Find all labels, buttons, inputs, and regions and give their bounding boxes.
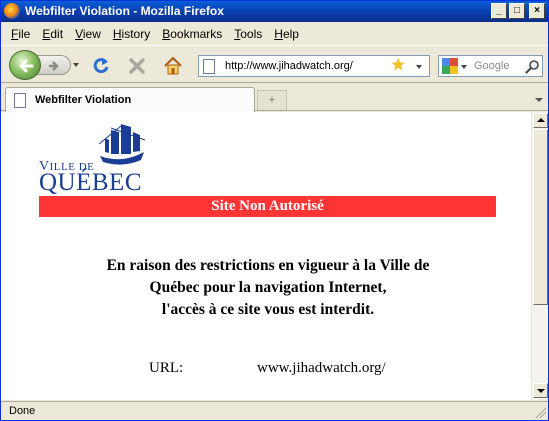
scroll-up-button[interactable] (533, 113, 548, 128)
navigation-toolbar: http://www.jihadwatch.org/ ★ Google (1, 45, 548, 83)
menu-history[interactable]: History (107, 27, 156, 41)
star-icon[interactable]: ★ (391, 58, 405, 74)
vertical-scrollbar[interactable] (531, 112, 548, 400)
menu-bookmarks[interactable]: Bookmarks (156, 27, 228, 41)
magnifier-icon[interactable] (525, 59, 540, 74)
minimize-button[interactable]: _ (491, 3, 507, 19)
home-icon[interactable] (162, 55, 184, 77)
back-arrow-icon (19, 59, 34, 73)
page-icon (203, 59, 215, 74)
new-tab-button[interactable]: + (257, 90, 287, 110)
message-line: En raison des restrictions en vigueur à … (106, 257, 430, 274)
tab-bar: Webfilter Violation + (1, 84, 548, 112)
page-icon (14, 93, 26, 108)
firefox-icon (4, 3, 20, 19)
status-bar: Done (1, 401, 548, 420)
blocked-url-value: www.jihadwatch.org/ (257, 360, 386, 376)
google-icon[interactable] (442, 58, 458, 74)
tab-label: Webfilter Violation (35, 94, 132, 106)
history-dropdown-icon[interactable] (73, 63, 79, 67)
menu-bar: File Edit View History Bookmarks Tools H… (1, 23, 548, 44)
search-input[interactable]: Google (474, 60, 509, 72)
back-button[interactable] (9, 50, 41, 80)
menu-view[interactable]: View (69, 27, 107, 41)
title-bar: Webfilter Violation - Mozilla Firefox _ … (1, 1, 548, 22)
forward-arrow-icon (49, 61, 59, 71)
reload-icon[interactable] (91, 56, 111, 76)
menu-file[interactable]: File (5, 27, 36, 41)
status-text: Done (9, 405, 36, 417)
restriction-message: En raison des restrictions en vigueur à … (1, 255, 531, 321)
tab-list-button[interactable] (531, 90, 547, 110)
menu-edit[interactable]: Edit (36, 27, 69, 41)
scroll-thumb[interactable] (533, 129, 548, 305)
message-line: l'accès à ce site vous est interdit. (161, 301, 375, 318)
forward-button[interactable] (37, 55, 71, 75)
blocked-url-label: URL: (149, 360, 184, 376)
logo-quebec: QUÉBEC (39, 169, 142, 196)
url-input[interactable]: http://www.jihadwatch.org/ (225, 60, 353, 72)
scroll-down-button[interactable] (533, 383, 548, 398)
message-line: Québec pour la navigation Internet, (149, 279, 387, 296)
menu-tools[interactable]: Tools (228, 27, 268, 41)
url-dropdown-icon[interactable] (416, 65, 422, 69)
ville-de-quebec-logo: VILLE DE QUÉBEC (39, 122, 149, 195)
browser-window: Webfilter Violation - Mozilla Firefox _ … (0, 0, 549, 421)
search-bar[interactable]: Google (438, 55, 543, 77)
close-button[interactable]: × (529, 3, 545, 19)
site-non-autorise-banner: Site Non Autorisé (39, 196, 496, 217)
tab-webfilter-violation[interactable]: Webfilter Violation (5, 87, 255, 112)
maximize-button[interactable]: □ (509, 3, 525, 19)
menu-help[interactable]: Help (268, 27, 305, 41)
resize-grip[interactable] (534, 406, 546, 418)
search-engine-dropdown-icon[interactable] (461, 65, 467, 69)
url-bar[interactable]: http://www.jihadwatch.org/ ★ (198, 55, 430, 77)
window-title: Webfilter Violation - Mozilla Firefox (25, 4, 224, 18)
window-controls: _ □ × (491, 3, 545, 19)
page-content: VILLE DE QUÉBEC Site Non Autorisé En rai… (1, 112, 531, 400)
ship-icon (98, 124, 146, 165)
stop-icon[interactable] (127, 56, 147, 76)
